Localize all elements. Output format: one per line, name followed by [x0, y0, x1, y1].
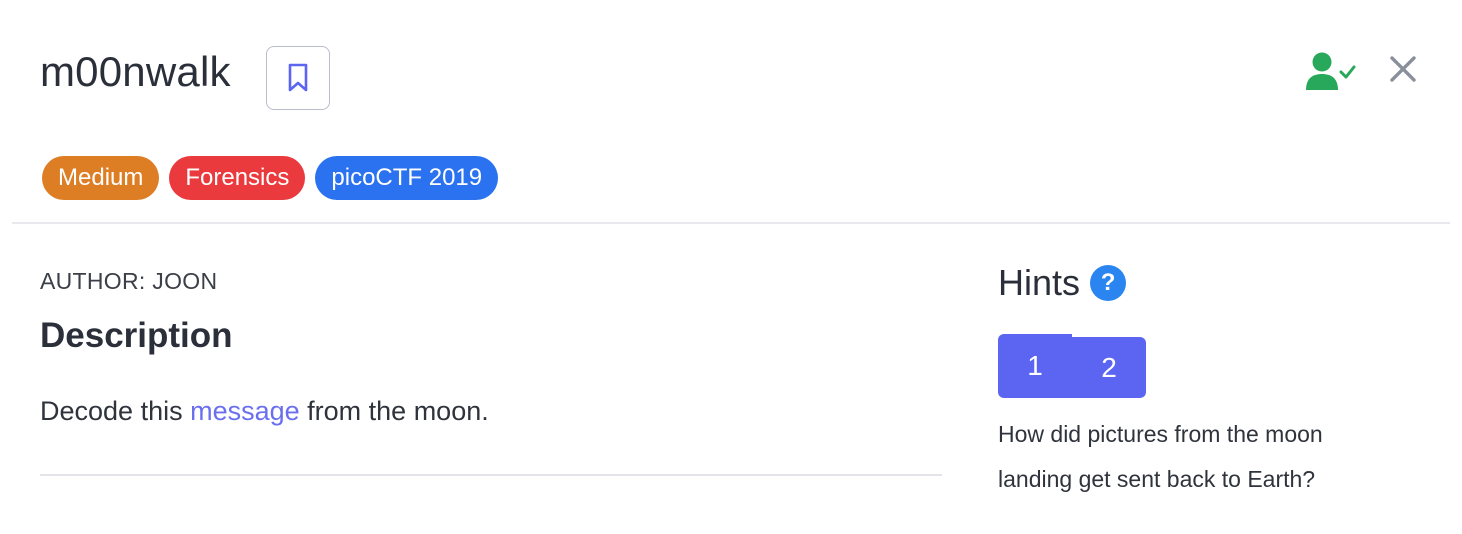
message-link[interactable]: message — [190, 396, 300, 426]
hint-tab-1[interactable]: 1 — [998, 334, 1072, 398]
description-text: Decode this message from the moon. — [40, 396, 489, 427]
description-suffix: from the moon. — [299, 396, 489, 426]
close-icon — [1390, 56, 1416, 82]
tag-list: Medium Forensics picoCTF 2019 — [42, 156, 499, 200]
difficulty-tag[interactable]: Medium — [42, 156, 160, 200]
bookmark-icon — [288, 63, 308, 92]
author-label: AUTHOR: JOON — [40, 268, 218, 294]
help-icon[interactable]: ? — [1090, 265, 1127, 301]
bookmark-button[interactable] — [266, 46, 330, 110]
description-prefix: Decode this — [40, 396, 191, 426]
description-divider — [40, 474, 942, 476]
challenge-modal: m00nwalk Medium Forensics picoCTF 2019 A… — [0, 0, 1462, 534]
description-heading: Description — [40, 316, 233, 355]
user-check-icon — [1306, 52, 1356, 90]
header-divider — [12, 222, 1450, 224]
challenge-title: m00nwalk — [40, 48, 231, 95]
close-button[interactable] — [1382, 48, 1424, 90]
hint-text: How did pictures from the moon landing g… — [998, 421, 1323, 492]
hints-header: Hints ? — [998, 262, 1127, 304]
hint-tab-2[interactable]: 2 — [1072, 337, 1146, 398]
category-tag[interactable]: Forensics — [169, 156, 306, 200]
hints-heading: Hints — [998, 262, 1081, 303]
hint-tabs: 1 2 — [998, 334, 1146, 398]
event-tag[interactable]: picoCTF 2019 — [315, 156, 499, 200]
